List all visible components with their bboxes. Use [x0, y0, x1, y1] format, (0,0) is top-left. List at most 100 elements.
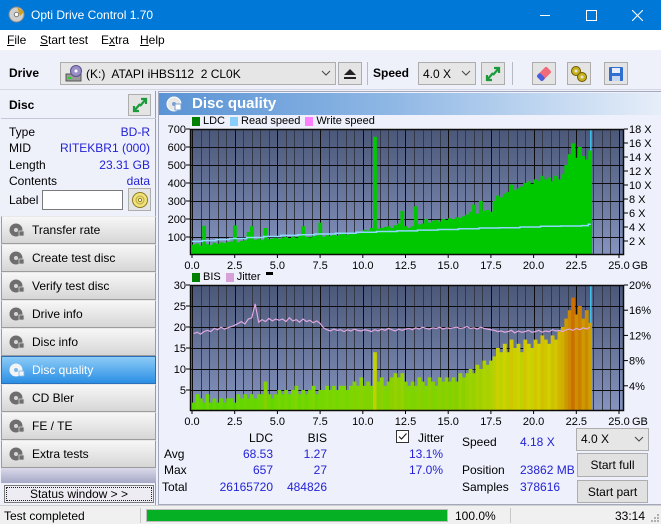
extra-tests-icon [9, 447, 25, 461]
x-tick-label: 2.5 [227, 260, 242, 270]
nav-create-test-disc[interactable]: Create test disc [1, 244, 156, 272]
ldc-bar [502, 193, 507, 255]
position-label: Position [462, 463, 505, 477]
nav-label: Transfer rate [32, 223, 101, 237]
menu-start-test[interactable]: Start test [40, 33, 88, 47]
bis-bar [427, 377, 432, 411]
disc-refresh-button[interactable] [128, 94, 151, 116]
bis-bar [369, 385, 374, 411]
ldc-bar [246, 231, 251, 255]
nav-drive-info[interactable]: Drive info [1, 300, 156, 328]
save-button[interactable] [604, 62, 628, 85]
ldc-bar [554, 175, 558, 255]
bis-bar [564, 318, 569, 411]
start-part-button[interactable]: Start part [577, 480, 648, 503]
ldc-bar [485, 210, 490, 255]
disc-contents-value: data [126, 174, 150, 188]
nav-label: Drive info [32, 307, 83, 321]
x-tick-label: 0.0 [184, 260, 199, 270]
ldc-bar [280, 237, 285, 255]
maximize-icon [585, 9, 597, 21]
stats-max-bis: 27 [313, 463, 327, 477]
nav-cd-bler[interactable]: CD Bler [1, 384, 156, 412]
bis-bar [373, 352, 377, 411]
ldc-bar [232, 225, 237, 255]
ldc-bar [407, 228, 412, 255]
bis-bar [434, 385, 439, 411]
panel-header: Disc quality [159, 93, 661, 115]
ldc-bar [373, 136, 377, 255]
nav-transfer-rate[interactable]: Transfer rate [1, 216, 156, 244]
ldc-bar [209, 245, 213, 255]
bis-bar [243, 394, 248, 411]
nav-disc-quality[interactable]: Disc quality [1, 356, 156, 384]
ldc-bar [461, 216, 466, 255]
maximize-button[interactable] [568, 0, 614, 30]
bis-bar [417, 377, 422, 411]
ldc-bar [314, 235, 319, 255]
bis-bar [496, 348, 500, 411]
x-tick-label: 15.0 [437, 416, 458, 426]
bis-bar [468, 369, 473, 411]
resize-grip-icon[interactable] [650, 513, 660, 523]
close-button[interactable] [614, 0, 660, 30]
bis-bar [280, 394, 285, 411]
ldc-bar [192, 244, 196, 255]
bis-bar [219, 398, 224, 411]
menu-help[interactable]: Help [140, 33, 165, 47]
ldc-bar [516, 188, 521, 255]
disc-header-title: Disc [9, 98, 35, 112]
bis-bar [458, 373, 463, 411]
bis-bar [543, 339, 548, 411]
y-left-tick-label: 400 [168, 178, 186, 190]
eraser-icon [537, 66, 551, 81]
drive-select[interactable]: (K:) ATAPI iHBS112 2 CL0K [60, 62, 336, 85]
ldc-bar [547, 177, 552, 255]
nav-extra-tests[interactable]: Extra tests [1, 440, 156, 468]
ldc-bar [256, 238, 261, 255]
test-speed-select[interactable]: 4.0 X [576, 428, 649, 451]
ldc-bar [352, 232, 357, 255]
bis-bar [294, 385, 299, 411]
bis-bar [379, 377, 384, 411]
disc-mid-label: MID [9, 141, 31, 155]
ldc-bar [588, 150, 593, 255]
save-icon [609, 66, 623, 81]
disc-label-button[interactable] [128, 188, 151, 211]
ldc-bar [431, 220, 435, 255]
bis-bar [482, 360, 487, 411]
nav-disc-info[interactable]: Disc info [1, 328, 156, 356]
y-right-tick-label: 8% [629, 356, 645, 368]
bis-bar [554, 339, 558, 411]
jitter-checkbox-label: Jitter [418, 431, 445, 445]
menu-extra[interactable]: Extra [101, 33, 129, 47]
erase-button[interactable] [532, 62, 556, 85]
nav-verify-test-disc[interactable]: Verify test disc [1, 272, 156, 300]
bis-bar [492, 356, 497, 411]
bis-bar [410, 381, 415, 411]
status-window-button[interactable]: Status window > > [4, 485, 154, 503]
window-title: Opti Drive Control 1.70 [31, 8, 154, 22]
disc-label-input[interactable] [42, 190, 123, 210]
bis-bar [567, 310, 572, 411]
bis-bar [321, 390, 326, 411]
settings-button[interactable] [567, 62, 591, 85]
refresh-button[interactable] [481, 62, 505, 85]
start-full-button[interactable]: Start full [577, 453, 648, 477]
ldc-bar [513, 190, 517, 255]
y-right-tick-label: 10 X [629, 180, 652, 192]
x-tick-label: 10.0 [352, 260, 373, 270]
nav-fe-te[interactable]: FE / TE [1, 412, 156, 440]
eject-button[interactable] [338, 62, 362, 85]
ldc-bar [564, 165, 569, 255]
bis-bar [287, 394, 292, 411]
ldc-bar [451, 219, 456, 255]
bis-bar [396, 377, 401, 411]
minimize-button[interactable] [522, 0, 568, 30]
x-axis-unit-label: GB [632, 416, 648, 426]
speed-select[interactable]: 4.0 X [418, 62, 476, 85]
menu-file[interactable]: File [7, 33, 26, 47]
bis-bar [209, 402, 213, 411]
jitter-checkbox[interactable] [396, 430, 409, 443]
toolbar: Drive (K:) ATAPI iHBS112 2 CL0K Speed 4.… [0, 50, 661, 90]
